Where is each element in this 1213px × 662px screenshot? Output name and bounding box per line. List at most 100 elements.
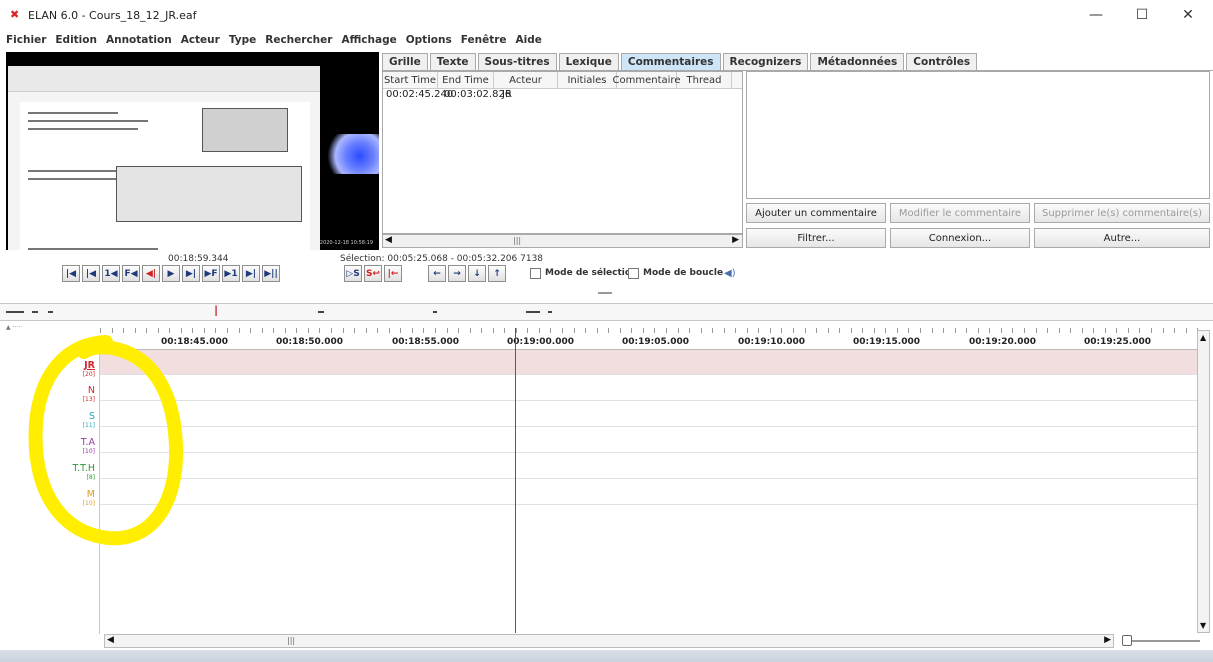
ruler-tick — [1082, 328, 1083, 333]
filter-button[interactable]: Filtrer... — [746, 228, 886, 248]
time-ruler[interactable]: 00:18:45.000 00:18:50.000 00:18:55.000 0… — [100, 328, 1198, 350]
add-comment-button[interactable]: Ajouter un commentaire — [746, 203, 886, 223]
tab-commentaires[interactable]: Commentaires — [620, 53, 721, 70]
ruler-tick — [735, 328, 736, 333]
tab-metadonnees[interactable]: Métadonnées — [810, 53, 905, 70]
connect-button[interactable]: Connexion... — [890, 228, 1030, 248]
column-end-time[interactable]: End Time — [438, 72, 494, 88]
ruler-tick — [747, 328, 748, 333]
go-to-end-button[interactable]: ▶|| — [262, 265, 280, 282]
next-pixel-button[interactable]: ▶| — [182, 265, 200, 282]
loop-mode-checkbox[interactable] — [628, 268, 639, 279]
ruler-label: 00:19:25.000 — [1084, 337, 1151, 347]
scroll-down-arrow-icon[interactable]: ▼ — [1200, 621, 1206, 630]
scroll-right-arrow-icon[interactable]: ▶ — [1104, 635, 1111, 645]
tier-label-n[interactable]: N [13] — [83, 385, 95, 403]
menu-fenetre[interactable]: Fenêtre — [461, 34, 507, 46]
minimize-button[interactable]: — — [1073, 0, 1119, 30]
timeline-horizontal-scrollbar[interactable]: ◀ ||| ▶ — [104, 634, 1114, 648]
tier-label-s[interactable]: S [11] — [83, 411, 95, 429]
modify-comment-button[interactable]: Modifier le commentaire — [890, 203, 1030, 223]
menu-rechercher[interactable]: Rechercher — [265, 34, 332, 46]
tier-row-tth[interactable] — [100, 454, 1198, 479]
previous-scrollview-button[interactable]: |◀ — [82, 265, 100, 282]
menu-edition[interactable]: Edition — [55, 34, 97, 46]
comments-horizontal-scrollbar[interactable]: ◀ ||| ▶ — [382, 234, 743, 248]
comments-table[interactable]: Start Time End Time Acteur Initiales Com… — [382, 71, 743, 234]
tab-sous-titres[interactable]: Sous-titres — [477, 53, 557, 70]
play-button[interactable]: ▶ — [162, 265, 180, 282]
menu-options[interactable]: Options — [406, 34, 452, 46]
tab-texte[interactable]: Texte — [429, 53, 476, 70]
column-acteur[interactable]: Acteur — [494, 72, 558, 88]
tab-recognizers[interactable]: Recognizers — [722, 53, 809, 70]
comment-editor[interactable] — [746, 71, 1210, 199]
previous-second-button[interactable]: 1◀ — [102, 265, 120, 282]
ruler-label: 00:18:45.000 — [161, 337, 228, 347]
tier-label-tth[interactable]: T.T.H [8] — [72, 463, 95, 481]
panel-splitter[interactable] — [598, 292, 612, 294]
delete-comment-button[interactable]: Supprimer le(s) commentaire(s) — [1034, 203, 1210, 223]
tier-row-m[interactable] — [100, 480, 1198, 505]
other-button[interactable]: Autre... — [1034, 228, 1210, 248]
tier-label-m[interactable]: M [10] — [83, 489, 95, 507]
next-scrollview-button[interactable]: ▶| — [242, 265, 260, 282]
next-second-button[interactable]: ▶1 — [222, 265, 240, 282]
go-to-selection-begin-button[interactable]: |← — [384, 265, 402, 282]
zoom-track — [1124, 640, 1200, 642]
column-thread[interactable]: Thread — [677, 72, 732, 88]
tiers-vertical-scrollbar[interactable]: ▲ ▼ — [1197, 330, 1210, 633]
scroll-up-arrow-icon[interactable]: ▲ — [1200, 333, 1206, 342]
volume-icon[interactable]: ◀) — [724, 268, 736, 279]
ruler-tick — [955, 328, 956, 333]
column-commentaire[interactable]: Commentaire — [613, 72, 680, 88]
scroll-right-arrow-icon[interactable]: ▶ — [732, 235, 739, 245]
menu-acteur[interactable]: Acteur — [181, 34, 220, 46]
tier-row-jr[interactable] — [100, 350, 1198, 375]
next-frame-button[interactable]: ▶F — [202, 265, 220, 282]
selection-mode-checkbox[interactable] — [530, 268, 541, 279]
column-initiales[interactable]: Initiales — [558, 72, 617, 88]
video-viewer[interactable]: 2020-12-18 10:58:19 — [6, 52, 379, 250]
ruler-tick — [758, 328, 759, 333]
close-button[interactable]: ✕ — [1165, 0, 1211, 30]
tier-row-n[interactable] — [100, 376, 1198, 401]
scroll-left-arrow-icon[interactable]: ◀ — [107, 635, 114, 645]
menu-annotation[interactable]: Annotation — [106, 34, 172, 46]
ruler-tick — [146, 328, 147, 333]
tier-down-button[interactable]: ↓ — [468, 265, 486, 282]
next-annotation-button[interactable]: → — [448, 265, 466, 282]
table-row[interactable]: 00:02:45.240 00:03:02.826 JR — [383, 89, 742, 103]
tab-controles[interactable]: Contrôles — [906, 53, 978, 70]
tier-up-button[interactable]: ↑ — [488, 265, 506, 282]
previous-pixel-button[interactable]: ◀| — [142, 265, 160, 282]
clear-selection-button[interactable]: S↩ — [364, 265, 382, 282]
tier-label-jr[interactable]: JR [20] — [83, 360, 95, 378]
go-to-begin-button[interactable]: |◀ — [62, 265, 80, 282]
tab-lexique[interactable]: Lexique — [558, 53, 619, 70]
menu-affichage[interactable]: Affichage — [341, 34, 396, 46]
play-selection-button[interactable]: ▷S — [344, 265, 362, 282]
menu-type[interactable]: Type — [229, 34, 256, 46]
zoom-slider[interactable] — [1118, 634, 1208, 648]
tier-label-ta[interactable]: T.A [10] — [81, 437, 95, 455]
scroll-thumb[interactable]: ||| — [287, 636, 295, 645]
cell-acteur: JR — [502, 89, 512, 100]
previous-frame-button[interactable]: F◀ — [122, 265, 140, 282]
tier-row-s[interactable] — [100, 402, 1198, 427]
ruler-tick — [643, 328, 644, 333]
annotation-tiers[interactable] — [100, 350, 1198, 632]
menu-aide[interactable]: Aide — [516, 34, 542, 46]
timeline-overview[interactable]: I — [0, 303, 1213, 321]
scroll-left-arrow-icon[interactable]: ◀ — [385, 235, 392, 245]
tier-row-ta[interactable] — [100, 428, 1198, 453]
maximize-button[interactable]: ☐ — [1119, 0, 1165, 30]
ruler-tick — [897, 328, 898, 333]
menu-fichier[interactable]: Fichier — [6, 34, 46, 46]
column-start-time[interactable]: Start Time — [383, 72, 438, 88]
previous-annotation-button[interactable]: ← — [428, 265, 446, 282]
ruler-tick — [366, 328, 367, 333]
tab-grille[interactable]: Grille — [382, 53, 428, 70]
scroll-thumb[interactable]: ||| — [513, 236, 521, 246]
zoom-knob[interactable] — [1122, 635, 1132, 646]
